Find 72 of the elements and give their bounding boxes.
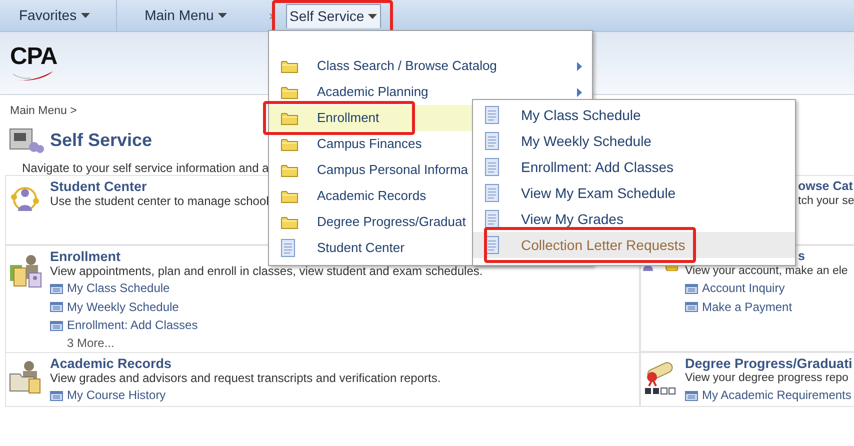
submenu-arrow-icon	[577, 62, 582, 70]
tile-title[interactable]: Enrollment	[50, 249, 121, 264]
tile-link[interactable]: My Academic Requirements	[685, 386, 852, 404]
logo-text: CPA	[10, 44, 58, 70]
more-link[interactable]: 3 More...	[50, 334, 114, 352]
list-icon	[685, 390, 698, 401]
folder-icon	[281, 164, 298, 176]
tile-description: View your account, make an ele	[685, 264, 848, 279]
tile-description: Use the student center to manage school	[50, 194, 269, 209]
list-icon	[50, 390, 63, 401]
submenu-item-label: My Weekly Schedule	[521, 132, 652, 151]
menu-item-label: Academic Planning	[317, 83, 428, 102]
tile-link[interactable]: My Course History	[50, 386, 166, 404]
list-icon	[50, 320, 63, 331]
document-icon	[485, 210, 499, 228]
tile-title[interactable]: Degree Progress/Graduati	[685, 356, 852, 371]
menu-item-label: Student Center	[317, 239, 404, 258]
folder-icon	[281, 86, 298, 98]
caret-icon	[218, 13, 227, 18]
nav-menu-button[interactable]: Self Service	[286, 4, 382, 28]
menu-item-label: Enrollment	[317, 109, 380, 128]
folder-icon	[281, 112, 298, 124]
submenu-item[interactable]: View My Grades	[473, 206, 795, 232]
nav-menu-button[interactable]: Favorites	[15, 4, 94, 28]
menu-item[interactable]: Class Search / Browse Catalog	[269, 53, 592, 79]
folder-icon	[281, 138, 298, 150]
page-description: Navigate to your self service information and a	[22, 161, 269, 175]
tile-title[interactable]: s	[798, 249, 805, 264]
tile-description: tch your se	[798, 194, 854, 209]
menu-item-label: Campus Finances	[317, 135, 422, 154]
tile-title[interactable]: Student Center	[50, 179, 147, 194]
nav-menu-button[interactable]: Main Menu	[140, 4, 231, 28]
menu-item-label: Academic Records	[317, 187, 426, 206]
tile-link[interactable]: My Class Schedule	[50, 279, 170, 298]
tile-title[interactable]: Academic Records	[50, 356, 172, 371]
tile-description: View grades and advisors and request transcripts and verification reports.	[50, 371, 441, 386]
caret-icon	[80, 13, 90, 18]
submenu-item-label: View My Exam Schedule	[521, 184, 676, 203]
submenu-item-label: View My Grades	[521, 210, 624, 229]
menu-item-label: Campus Personal Informa	[317, 161, 468, 180]
tile-link[interactable]: Make a Payment	[685, 298, 792, 316]
folder-icon	[281, 216, 298, 228]
list-icon	[50, 284, 63, 294]
submenu-item[interactable]: View My Exam Schedule	[473, 180, 795, 206]
submenu-item[interactable]: Collection Letter Requests	[473, 232, 795, 258]
submenu-item-label: Collection Letter Requests	[521, 236, 686, 255]
submenu-arrow-icon	[577, 88, 582, 96]
document-icon	[485, 132, 499, 150]
document-icon	[485, 184, 499, 202]
document-icon	[281, 239, 295, 257]
menu-item-label: Degree Progress/Graduat	[317, 213, 466, 232]
list-icon	[685, 302, 698, 312]
folder-icon	[281, 60, 298, 72]
tile-link[interactable]: My Weekly Schedule	[50, 298, 179, 316]
list-icon	[50, 302, 63, 312]
caret-icon	[368, 14, 378, 18]
submenu-item[interactable]: Enrollment: Add Classes	[473, 154, 795, 180]
folder-icon	[281, 190, 298, 202]
tile-link[interactable]: Account Inquiry	[685, 279, 785, 298]
document-icon	[485, 158, 499, 176]
tile-link[interactable]: Enrollment: Add Classes	[50, 316, 198, 334]
submenu-item[interactable]: My Weekly Schedule	[473, 128, 795, 154]
tile-description: View appointments, plan and enroll in classes, view student and exam schedules.	[50, 264, 483, 279]
submenu-item-label: Enrollment: Add Classes	[521, 158, 674, 176]
document-icon	[485, 106, 499, 124]
menu-item-label: Class Search / Browse Catalog	[317, 57, 497, 76]
page-title: Self Service	[50, 128, 152, 152]
breadcrumb-link[interactable]: Main Menu >	[10, 105, 77, 117]
list-icon	[685, 284, 698, 294]
tile-title[interactable]: owse Cat	[798, 179, 853, 194]
tile-description: View your degree progress repo	[685, 371, 848, 386]
menu-item[interactable]: Academic Planning	[269, 79, 592, 105]
